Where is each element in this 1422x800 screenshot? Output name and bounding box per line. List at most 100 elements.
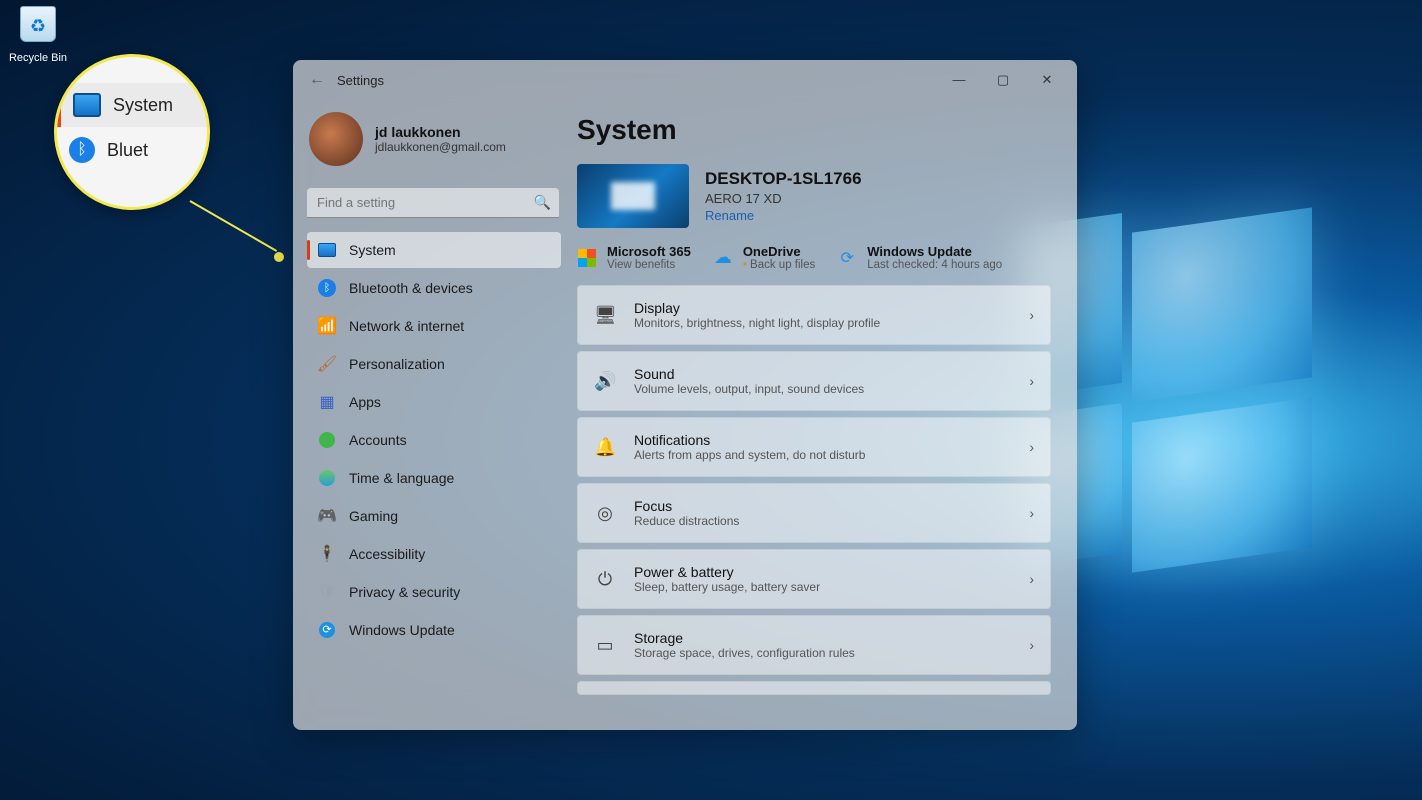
card-desc: Storage space, drives, configuration rul… [634,646,1011,660]
sidebar-item-system[interactable]: System [307,232,561,268]
shield-icon: 🛡 [317,582,337,602]
sidebar-item-label: Privacy & security [349,584,460,600]
pc-thumbnail [577,164,689,228]
chevron-right-icon: › [1029,637,1034,653]
page-title: System [577,114,1055,146]
sidebar-item-privacy[interactable]: 🛡 Privacy & security [307,574,561,610]
sidebar-item-personalization[interactable]: 🖌 Personalization [307,346,561,382]
notifications-icon: 🔔 [594,437,616,458]
callout-magnifier: System ᛒ Bluet [54,54,210,210]
card-desc: Alerts from apps and system, do not dist… [634,448,1011,462]
card-partial[interactable] [577,681,1051,695]
onedrive-icon: ☁ [713,248,733,268]
callout-system-row: System [57,83,207,127]
titlebar: ← Settings — ▢ ✕ [293,60,1077,100]
sidebar-item-label: Gaming [349,508,398,524]
focus-icon: ◎ [594,503,616,524]
sidebar-item-label: Accounts [349,432,407,448]
stat-sub: Last checked: 4 hours ago [867,259,1002,271]
close-button[interactable]: ✕ [1025,64,1069,96]
search-input[interactable] [307,188,559,218]
recycle-bin-label: Recycle Bin [8,52,68,64]
chevron-right-icon: › [1029,307,1034,323]
chevron-right-icon: › [1029,373,1034,389]
sidebar-item-accounts[interactable]: Accounts [307,422,561,458]
card-power-battery[interactable]: ⏻ Power & batterySleep, battery usage, ba… [577,549,1051,609]
card-title: Focus [634,498,1011,514]
stat-microsoft-365[interactable]: Microsoft 365 View benefits [577,244,691,271]
sidebar-item-label: Personalization [349,356,445,372]
card-desc: Monitors, brightness, night light, displ… [634,316,1011,330]
card-notifications[interactable]: 🔔NotificationsAlerts from apps and syste… [577,417,1051,477]
gamepad-icon: 🎮 [317,506,337,526]
sidebar-item-label: Apps [349,394,381,410]
update-icon: ⟳ [319,622,335,638]
sidebar-item-apps[interactable]: ▦ Apps [307,384,561,420]
callout-bluetooth-row: ᛒ Bluet [57,127,207,173]
callout-leader-line [190,200,278,252]
pc-model: AERO 17 XD [705,191,862,206]
sidebar-item-label: Bluetooth & devices [349,280,473,296]
minimize-button[interactable]: — [937,64,981,96]
globe-clock-icon [319,470,335,486]
sidebar-nav: System ᛒ Bluetooth & devices 📶 Network &… [307,232,561,648]
chevron-right-icon: › [1029,439,1034,455]
system-icon [73,93,101,117]
card-desc: Volume levels, output, input, sound devi… [634,382,1011,396]
person-icon [319,432,335,448]
sidebar: jd laukkonen jdlaukkonen@gmail.com 🔍 Sys… [293,100,571,730]
card-title: Sound [634,366,1011,382]
sidebar-item-gaming[interactable]: 🎮 Gaming [307,498,561,534]
profile-email: jdlaukkonen@gmail.com [375,140,506,154]
back-button[interactable]: ← [301,71,333,89]
window-title: Settings [337,73,384,88]
sidebar-item-bluetooth[interactable]: ᛒ Bluetooth & devices [307,270,561,306]
stat-title: OneDrive [743,244,815,259]
recycle-bin-desktop-icon[interactable]: Recycle Bin [8,2,68,64]
card-desc: Reduce distractions [634,514,1011,528]
card-sound[interactable]: 🔊 SoundVolume levels, output, input, soun… [577,351,1051,411]
accessibility-icon: 🕴 [317,544,337,564]
settings-cards-list: 🖥 DisplayMonitors, brightness, night ligh… [577,285,1055,695]
chevron-right-icon: › [1029,571,1034,587]
sidebar-item-label: Time & language [349,470,454,486]
profile-block[interactable]: jd laukkonen jdlaukkonen@gmail.com [307,106,561,184]
callout-leader-dot [274,252,284,262]
bluetooth-icon: ᛒ [318,279,336,297]
maximize-button[interactable]: ▢ [981,64,1025,96]
main-content: System DESKTOP-1SL1766 AERO 17 XD Rename… [571,100,1077,730]
stat-onedrive[interactable]: ☁ OneDrive Back up files [713,244,815,271]
stat-sub: Back up files [743,259,815,271]
sidebar-item-network[interactable]: 📶 Network & internet [307,308,561,344]
sound-icon: 🔊 [594,371,616,392]
settings-window: ← Settings — ▢ ✕ jd laukkonen jdlaukkone… [293,60,1077,730]
card-title: Display [634,300,1011,316]
card-display[interactable]: 🖥 DisplayMonitors, brightness, night ligh… [577,285,1051,345]
power-battery-icon: ⏻ [594,569,616,590]
storage-icon: ▭ [594,635,616,656]
microsoft-365-icon [578,249,596,267]
display-icon: 🖥 [594,305,616,326]
bluetooth-icon: ᛒ [69,137,95,163]
paintbrush-icon: 🖌 [317,354,337,374]
profile-name: jd laukkonen [375,124,506,140]
search-box[interactable]: 🔍 [307,188,559,218]
callout-system-label: System [113,95,173,116]
pc-summary: DESKTOP-1SL1766 AERO 17 XD Rename [577,164,1055,228]
sidebar-item-windows-update[interactable]: ⟳ Windows Update [307,612,561,648]
sidebar-item-time[interactable]: Time & language [307,460,561,496]
sidebar-item-label: Accessibility [349,546,425,562]
stat-title: Microsoft 365 [607,244,691,259]
pc-name: DESKTOP-1SL1766 [705,169,862,189]
sidebar-item-label: Windows Update [349,622,455,638]
card-storage[interactable]: ▭StorageStorage space, drives, configura… [577,615,1051,675]
rename-link[interactable]: Rename [705,208,862,223]
wifi-icon: 📶 [317,316,337,336]
card-title: Power & battery [634,564,1011,580]
stat-windows-update[interactable]: ⟳ Windows Update Last checked: 4 hours a… [837,244,1002,271]
sidebar-item-accessibility[interactable]: 🕴 Accessibility [307,536,561,572]
stat-title: Windows Update [867,244,1002,259]
card-desc: Sleep, battery usage, battery saver [634,580,1011,594]
search-icon: 🔍 [534,194,551,211]
card-focus[interactable]: ◎FocusReduce distractions› [577,483,1051,543]
